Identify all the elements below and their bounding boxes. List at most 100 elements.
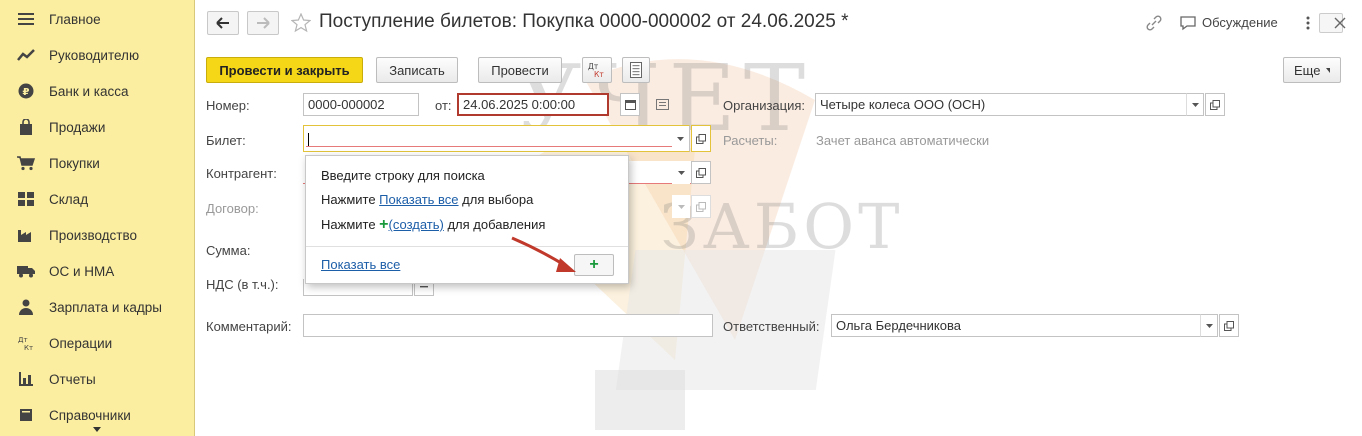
sum-label: Сумма: — [206, 243, 251, 258]
organization-field[interactable]: Четыре колеса ООО (ОСН) — [815, 93, 1187, 116]
counterparty-open-button[interactable] — [691, 161, 711, 184]
organization-open-button[interactable] — [1205, 93, 1225, 116]
hint-text: Нажмите — [321, 217, 380, 232]
sidebar-item-label: Банк и касса — [49, 83, 129, 99]
chat-icon[interactable] — [1179, 15, 1197, 31]
sidebar-item-bank[interactable]: ₽ Банк и касса — [0, 73, 194, 109]
star-icon[interactable] — [291, 13, 311, 33]
contract-dropdown-button[interactable] — [672, 195, 690, 218]
post-and-close-button[interactable]: Провести и закрыть — [206, 57, 363, 83]
counterparty-dropdown-button[interactable] — [672, 161, 690, 184]
more-button[interactable]: Еще — [1283, 57, 1341, 83]
bar-chart-icon — [17, 370, 35, 388]
page-title: Поступление билетов: Покупка 0000-000002… — [319, 11, 849, 32]
trend-icon — [17, 46, 35, 64]
chevron-down-icon — [1326, 67, 1330, 72]
responsible-label: Ответственный: — [723, 319, 820, 334]
svg-text:Кт: Кт — [24, 344, 33, 351]
chevron-down-icon — [1191, 102, 1199, 107]
sidebar-item-sales[interactable]: Продажи — [0, 109, 194, 145]
sidebar-item-label: Склад — [49, 191, 89, 207]
sidebar-item-label: Отчеты — [49, 371, 96, 387]
date-field[interactable]: 24.06.2025 0:00:00 — [457, 93, 609, 116]
bag-icon — [17, 118, 35, 136]
sidebar-item-reports[interactable]: Отчеты — [0, 361, 194, 397]
settlements-label: Расчеты: — [723, 133, 778, 148]
comment-field[interactable] — [303, 314, 713, 337]
ticket-open-button[interactable] — [691, 125, 711, 152]
sidebar-item-warehouse[interactable]: Склад — [0, 181, 194, 217]
open-icon — [1210, 99, 1220, 110]
menu-icon — [17, 10, 35, 28]
sidebar-item-label: Покупки — [49, 155, 100, 171]
responsible-dropdown-button[interactable] — [1200, 314, 1218, 337]
chevron-down-icon — [677, 170, 685, 175]
open-icon — [696, 167, 706, 178]
print-button[interactable] — [622, 57, 650, 83]
chevron-down-icon[interactable] — [90, 426, 104, 434]
text-cursor — [308, 132, 309, 147]
organization-dropdown-button[interactable] — [1186, 93, 1204, 116]
factory-icon — [17, 226, 35, 244]
calendar-icon — [624, 100, 636, 110]
sidebar-item-label: ОС и НМА — [49, 263, 115, 279]
show-all-link[interactable]: Показать все — [321, 257, 400, 272]
comment-label: Комментарий: — [206, 319, 292, 334]
open-icon — [696, 133, 706, 144]
contract-open-button[interactable] — [691, 195, 711, 218]
dt-kt-icon: ДтКт — [588, 62, 604, 79]
sidebar-item-manager[interactable]: Руководителю — [0, 37, 194, 73]
organization-label: Организация: — [723, 98, 806, 113]
ticket-label: Билет: — [206, 133, 246, 148]
svg-text:Дт: Дт — [18, 336, 28, 344]
document-icon — [630, 62, 642, 78]
from-label: от: — [435, 98, 452, 113]
list-icon[interactable] — [656, 99, 669, 110]
plus-icon: + — [379, 216, 389, 233]
ticket-input[interactable] — [303, 125, 679, 152]
vat-label: НДС (в т.ч.): — [206, 277, 279, 292]
number-label: Номер: — [206, 98, 250, 113]
sidebar-item-purchases[interactable]: Покупки — [0, 145, 194, 181]
svg-text:Кт: Кт — [594, 70, 604, 79]
create-inline-link[interactable]: (создать) — [389, 217, 444, 232]
chevron-down-icon — [1205, 323, 1213, 328]
open-icon — [1224, 320, 1234, 331]
sidebar-item-main[interactable]: Главное — [0, 1, 194, 37]
close-icon[interactable] — [1334, 17, 1346, 29]
ticket-dropdown-button[interactable] — [672, 125, 690, 152]
dt-kt-button[interactable]: Дт Кт — [582, 57, 612, 83]
back-button[interactable] — [207, 11, 239, 35]
sidebar-item-assets[interactable]: ОС и НМА — [0, 253, 194, 289]
link-icon[interactable] — [1145, 14, 1163, 32]
book-icon — [17, 406, 35, 424]
sidebar-item-salary[interactable]: Зарплата и кадры — [0, 289, 194, 325]
sidebar-item-operations[interactable]: Дт Кт Операции — [0, 325, 194, 361]
svg-text:₽: ₽ — [23, 87, 30, 98]
discussion-link[interactable]: Обсуждение — [1202, 15, 1278, 30]
responsible-open-button[interactable] — [1219, 314, 1239, 337]
responsible-field[interactable]: Ольга Бердечникова — [831, 314, 1203, 337]
sidebar-item-label: Продажи — [49, 119, 106, 135]
open-icon — [696, 201, 706, 212]
number-field[interactable]: 0000-000002 — [303, 93, 419, 116]
more-label: Еще — [1294, 62, 1321, 78]
hint-text: Нажмите — [321, 192, 380, 207]
calendar-button[interactable] — [620, 93, 640, 116]
dt-kt-icon: ДтКт — [17, 334, 35, 352]
cart-icon — [17, 154, 35, 172]
coin-icon: ₽ — [17, 82, 35, 100]
chevron-down-icon — [677, 204, 685, 209]
truck-icon — [17, 262, 35, 280]
forward-button[interactable] — [247, 11, 279, 35]
post-button[interactable]: Провести — [478, 57, 562, 83]
show-all-inline-link[interactable]: Показать все — [379, 192, 458, 207]
settlements-value[interactable]: Зачет аванса автоматически — [816, 133, 989, 148]
sidebar-item-production[interactable]: Производство — [0, 217, 194, 253]
save-button[interactable]: Записать — [376, 57, 458, 83]
sidebar-item-label: Зарплата и кадры — [49, 299, 162, 315]
annotation-arrow-icon — [511, 236, 576, 272]
more-vertical-icon[interactable] — [1305, 15, 1311, 31]
counterparty-label: Контрагент: — [206, 166, 277, 181]
arrow-left-icon — [216, 17, 229, 29]
